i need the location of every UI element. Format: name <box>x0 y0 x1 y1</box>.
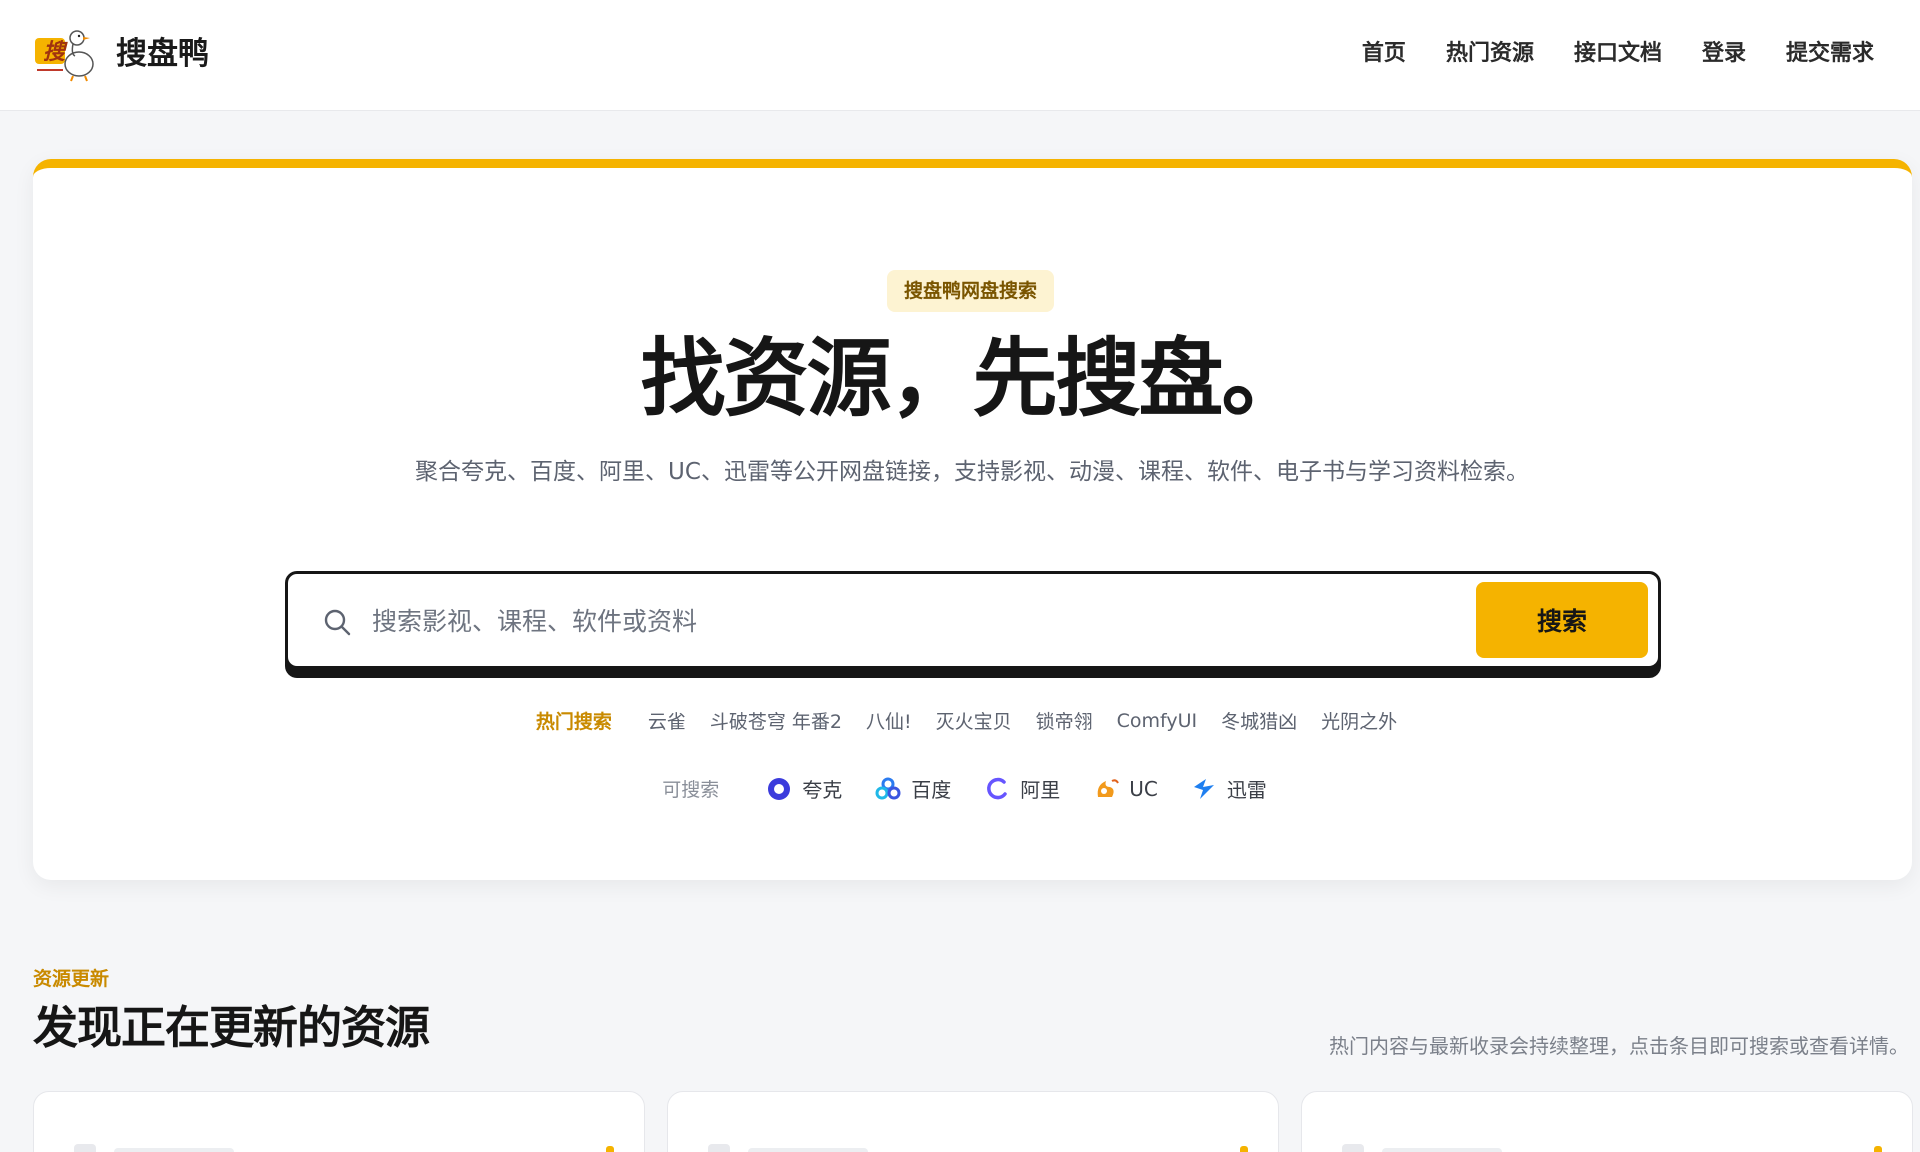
search-box: 搜索 <box>285 571 1661 669</box>
hot-search-item[interactable]: 灭火宝贝 <box>936 707 1012 734</box>
card-icon <box>708 1144 730 1152</box>
hero-subtitle: 聚合夸克、百度、阿里、UC、迅雷等公开网盘链接，支持影视、动漫、课程、软件、电子… <box>415 459 1529 485</box>
search-button[interactable]: 搜索 <box>1476 582 1648 658</box>
aliyun-pan-icon <box>987 777 1007 799</box>
search-input[interactable] <box>372 592 1422 650</box>
nav-hot-resources[interactable]: 热门资源 <box>1446 36 1534 72</box>
nav-home[interactable]: 首页 <box>1362 36 1406 72</box>
nav-api-docs[interactable]: 接口文档 <box>1574 36 1662 72</box>
source-aliyun: 阿里 <box>983 774 1060 803</box>
hot-search-item[interactable]: 冬城猎凶 <box>1221 707 1297 734</box>
resource-card[interactable] <box>33 1091 645 1152</box>
resource-card[interactable] <box>667 1091 1279 1152</box>
main-nav: 首页 热门资源 接口文档 登录 提交需求 <box>1322 36 1874 72</box>
hot-search-item[interactable]: 八仙! <box>866 707 912 734</box>
nav-submit-request[interactable]: 提交需求 <box>1786 36 1874 72</box>
hot-search-item[interactable]: 云雀 <box>648 707 686 734</box>
section-description: 热门内容与最新收录会持续整理，点击条目即可搜索或查看详情。 <box>1329 1034 1909 1058</box>
card-icon <box>74 1144 96 1152</box>
card-title-placeholder <box>114 1148 234 1152</box>
source-name: 百度 <box>911 778 952 802</box>
card-badge <box>1240 1146 1248 1152</box>
duck-search-logo-icon[interactable]: 搜 <box>33 26 97 82</box>
hero-title: 找资源，先搜盘。 <box>640 330 1306 429</box>
hero-search-card: 搜盘鸭网盘搜索 找资源，先搜盘。 聚合夸克、百度、阿里、UC、迅雷等公开网盘链接… <box>33 159 1912 880</box>
card-badge <box>606 1146 614 1152</box>
brand-name[interactable]: 搜盘鸭 <box>116 34 209 74</box>
card-badge <box>1874 1146 1882 1152</box>
source-name: 夸克 <box>802 778 843 802</box>
card-title-placeholder <box>1382 1148 1502 1152</box>
hot-search-label: 热门搜索 <box>535 711 612 733</box>
hot-search-row: 热门搜索 云雀 斗破苍穹 年番2 八仙! 灭火宝贝 锁帝翎 ComfyUI 冬城… <box>33 707 1912 734</box>
card-title-placeholder <box>748 1148 868 1152</box>
uc-icon <box>1097 778 1120 797</box>
source-label: 可搜索 <box>662 779 720 801</box>
hot-search-item[interactable]: 斗破苍穹 年番2 <box>710 707 842 734</box>
resource-card[interactable] <box>1301 1091 1913 1152</box>
source-baidu: 百度 <box>874 774 951 803</box>
hot-search-item[interactable]: 锁帝翎 <box>1036 707 1093 734</box>
top-header: 搜 搜盘鸭 首页 热门资源 接口文档 登录 提交需求 <box>0 0 1920 111</box>
source-uc: UC <box>1092 775 1158 803</box>
section-tag: 资源更新 <box>33 968 110 990</box>
quark-icon <box>768 777 791 800</box>
card-icon <box>1342 1144 1364 1152</box>
hot-search-item[interactable]: ComfyUI <box>1117 710 1198 732</box>
source-quark: 夸克 <box>765 774 842 803</box>
xunlei-icon <box>1193 778 1214 799</box>
source-name: 迅雷 <box>1226 778 1267 802</box>
source-name: 阿里 <box>1020 778 1061 802</box>
baidu-pan-icon <box>875 777 901 799</box>
searchable-sources-row: 可搜索 夸克 百度 阿里 UC 迅雷 <box>33 774 1912 803</box>
search-icon <box>324 609 351 636</box>
nav-login[interactable]: 登录 <box>1702 36 1746 72</box>
source-xunlei: 迅雷 <box>1190 774 1267 803</box>
source-name: UC <box>1129 776 1158 801</box>
hero-badge: 搜盘鸭网盘搜索 <box>887 270 1055 312</box>
hot-search-item[interactable]: 光阴之外 <box>1321 707 1397 734</box>
section-title: 发现正在更新的资源 <box>33 1001 430 1054</box>
svg-text:搜: 搜 <box>43 39 68 65</box>
